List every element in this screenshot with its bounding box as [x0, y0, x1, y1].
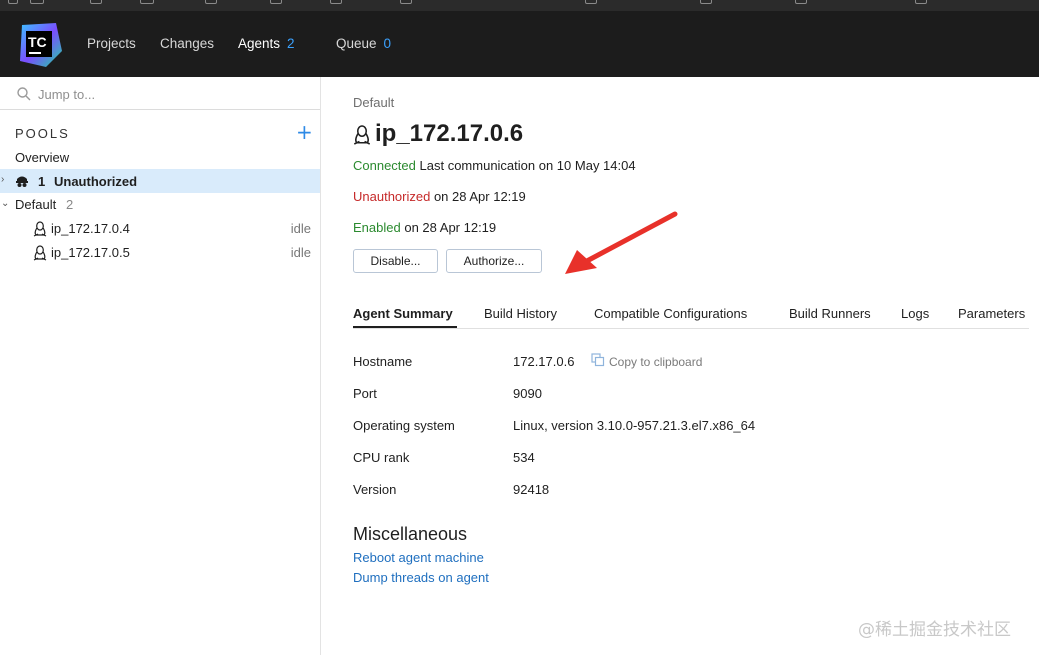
pool-label: Default: [15, 197, 57, 212]
nav-queue[interactable]: Queue 0: [336, 36, 391, 51]
sidebar-agent-item[interactable]: ip_172.17.0.5 idle: [0, 241, 320, 265]
pools-heading: POOLS: [15, 126, 70, 141]
connected-label: Connected: [353, 158, 416, 173]
authorize-button[interactable]: Authorize...: [446, 249, 542, 273]
enabled-status: Enabled on 28 Apr 12:19: [353, 220, 496, 235]
agent-name: ip_172.17.0.5: [51, 245, 130, 260]
linux-icon: [33, 245, 47, 261]
port-value: 9090: [513, 386, 542, 401]
breadcrumb[interactable]: Default: [353, 95, 394, 110]
version-label: Version: [353, 482, 397, 497]
dump-threads-link[interactable]: Dump threads on agent: [353, 570, 489, 585]
enabled-date: on 28 Apr 12:19: [404, 220, 497, 235]
agent-name: ip_172.17.0.4: [51, 221, 130, 236]
tab-build-history[interactable]: Build History: [484, 306, 557, 321]
sidebar-item-label: Unauthorized: [54, 174, 138, 189]
teamcity-logo[interactable]: TC: [16, 21, 64, 69]
unauthorized-agent-icon: [16, 176, 28, 187]
unauthorized-count: 1: [38, 174, 46, 189]
nav-agents-count: 2: [287, 36, 295, 51]
os-value: Linux, version 3.10.0-957.21.3.el7.x86_6…: [513, 418, 756, 433]
jump-to-search: [0, 77, 320, 110]
hostname-label: Hostname: [353, 354, 413, 369]
nav-changes-label: Changes: [160, 36, 215, 51]
active-tab-indicator: [353, 326, 457, 328]
bookmarks-bar: [0, 0, 1039, 11]
version-value: 92418: [513, 482, 550, 497]
hostname-value: 172.17.0.6: [513, 354, 575, 369]
cpu-rank-label: CPU rank: [353, 450, 410, 465]
tab-agent-summary[interactable]: Agent Summary: [353, 306, 453, 321]
chevron-down-icon[interactable]: ⌄: [1, 198, 9, 209]
copy-to-clipboard-link[interactable]: Copy to clipboard: [609, 355, 702, 369]
linux-icon: [353, 125, 371, 145]
agent-title-text: ip_172.17.0.6: [375, 120, 524, 147]
sidebar-item-label: Overview: [15, 150, 70, 165]
pool-count: 2: [66, 197, 74, 212]
annotation-arrow-icon: [565, 211, 678, 274]
sidebar-agent-item[interactable]: ip_172.17.0.4 idle: [0, 217, 320, 241]
agents-sidebar: POOLS + Overview › 1 Unauthorized ⌄ Defa…: [0, 77, 321, 655]
logo-text: TC: [28, 34, 47, 50]
nav-changes[interactable]: Changes: [160, 36, 214, 51]
unauthorized-label: Unauthorized: [353, 189, 431, 204]
miscellaneous-heading: Miscellaneous: [353, 524, 468, 544]
sidebar-item-overview[interactable]: Overview: [0, 146, 320, 170]
jump-to-input[interactable]: [38, 84, 308, 104]
enabled-label: Enabled: [353, 220, 401, 235]
authorization-status: Unauthorized on 28 Apr 12:19: [353, 189, 526, 204]
agent-details: Default ip_172.17.0.6 Connected Last com…: [321, 77, 1039, 655]
nav-projects[interactable]: Projects: [87, 36, 136, 51]
watermark: @稀土掘金技术社区: [858, 620, 1011, 640]
agent-status: idle: [290, 221, 311, 236]
agent-tabs: Agent Summary Build History Compatible C…: [353, 303, 1029, 329]
add-pool-icon[interactable]: +: [296, 121, 313, 143]
os-label: Operating system: [353, 418, 455, 433]
last-communication-text: Last communication on 10 May 14:04: [419, 158, 636, 173]
nav-queue-count: 0: [383, 36, 392, 51]
top-navbar: TC Projects Changes Agents 2 Queue 0: [0, 11, 1039, 77]
copy-icon[interactable]: [591, 353, 605, 367]
port-label: Port: [353, 386, 377, 401]
reboot-agent-link[interactable]: Reboot agent machine: [353, 550, 484, 565]
sidebar-item-unauthorized[interactable]: › 1 Unauthorized: [0, 169, 320, 193]
tab-logs[interactable]: Logs: [901, 306, 929, 321]
search-icon: [17, 87, 31, 101]
disable-button[interactable]: Disable...: [353, 249, 438, 273]
authorization-date: on 28 Apr 12:19: [433, 189, 526, 204]
nav-agents-label: Agents: [238, 36, 281, 51]
nav-projects-label: Projects: [87, 36, 136, 51]
chevron-right-icon[interactable]: ›: [1, 174, 4, 185]
agent-status: idle: [290, 245, 311, 260]
tab-compatible-configurations[interactable]: Compatible Configurations: [594, 306, 747, 321]
tab-build-runners[interactable]: Build Runners: [789, 306, 871, 321]
linux-icon: [33, 221, 47, 237]
tab-parameters[interactable]: Parameters: [958, 306, 1025, 321]
connection-status: Connected Last communication on 10 May 1…: [353, 158, 636, 173]
nav-agents[interactable]: Agents 2: [238, 36, 295, 51]
sidebar-pool-default[interactable]: ⌄ Default 2: [0, 193, 320, 217]
nav-queue-label: Queue: [336, 36, 377, 51]
cpu-rank-value: 534: [513, 450, 535, 465]
